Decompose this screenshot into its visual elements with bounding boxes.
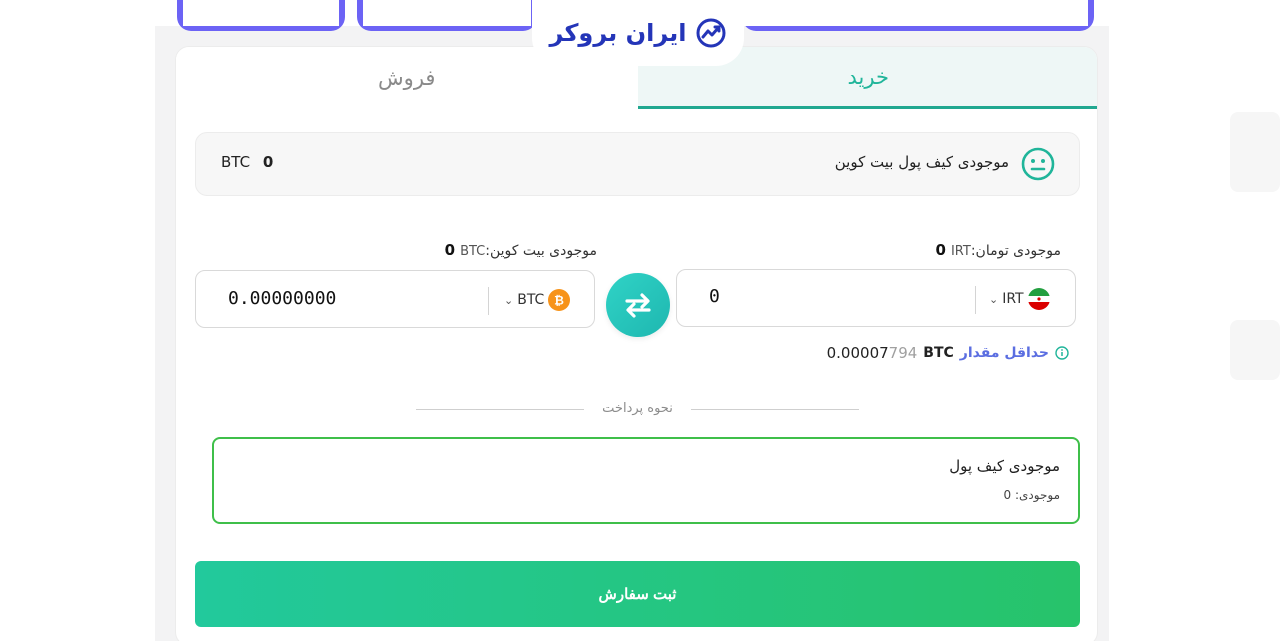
wallet-payment-option[interactable]: موجودی کیف پول موجودی: 0 <box>212 437 1080 524</box>
minimum-amount: حداقل مقدار BTC 0.00007794 <box>827 344 1069 362</box>
ghost-panel <box>1230 320 1280 380</box>
left-backdrop <box>0 0 155 641</box>
bitcoin-icon: ₿ <box>548 289 571 311</box>
payment-method-title: نحوه پرداخت <box>602 401 673 416</box>
btc-amount-field[interactable]: 0.00000000 ⌄ BTC ₿ <box>195 270 595 328</box>
wallet-amount: BTC 0 <box>221 153 273 171</box>
toman-balance-label: موجودی تومان: <box>970 243 1061 259</box>
svg-text:₿: ₿ <box>554 294 564 308</box>
brand-logo[interactable]: ایران بروکر <box>532 0 744 66</box>
payment-method-divider: نحوه پرداخت <box>416 400 859 420</box>
wallet-value: 0 <box>262 153 274 171</box>
iran-flag-icon <box>1027 288 1050 310</box>
btc-currency-code: BTC <box>517 292 545 308</box>
swap-currencies-button[interactable] <box>606 273 670 337</box>
page: ایران بروکر خرید فروش موجودی کیف پول بیت… <box>0 0 1280 641</box>
ghost-panel <box>1230 112 1280 192</box>
btc-balance-amount: 0 <box>444 241 456 259</box>
chevron-down-icon: ⌄ <box>989 292 999 306</box>
swap-arrows-icon <box>625 293 651 318</box>
btc-balance-unit: BTC <box>460 244 486 259</box>
btc-balance-label: موجودی بیت کوین: <box>485 243 597 259</box>
trade-card: خرید فروش موجودی کیف پول بیت کوین BTC 0 … <box>175 46 1098 641</box>
chevron-down-icon: ⌄ <box>504 293 514 307</box>
irt-currency-code: IRT <box>1002 291 1024 307</box>
minimum-unit: BTC <box>923 345 954 361</box>
payment-option-balance: موجودی: 0 <box>1003 488 1060 502</box>
irt-amount-input[interactable]: 0 <box>709 286 720 307</box>
nav-pill-face <box>183 0 339 26</box>
submit-order-button[interactable]: ثبت سفارش <box>195 561 1080 627</box>
irt-amount-field[interactable]: 0 ⌄ IRT <box>676 269 1076 327</box>
wallet-unit: BTC <box>221 153 251 171</box>
nav-pill-face <box>742 0 1088 26</box>
irt-currency-select[interactable]: ⌄ IRT <box>989 288 1050 310</box>
brand-name: ایران بروکر <box>549 19 687 47</box>
minimum-value-main: 0.00007 <box>826 344 889 362</box>
btc-amount-input[interactable]: 0.00000000 <box>228 288 336 309</box>
chart-trend-icon <box>696 18 725 48</box>
toman-balance: موجودی تومان: 0 IRT <box>931 241 1061 259</box>
right-backdrop <box>1108 0 1280 641</box>
info-icon <box>1055 346 1069 360</box>
field-separator <box>488 287 489 315</box>
btc-wallet-balance: موجودی کیف پول بیت کوین BTC 0 <box>195 132 1080 196</box>
payment-option-title: موجودی کیف پول <box>949 457 1060 475</box>
btc-balance: موجودی بیت کوین: 0 BTC <box>440 241 597 259</box>
minimum-value-faded: 794 <box>888 344 918 362</box>
field-separator <box>975 286 976 314</box>
toman-balance-unit: IRT <box>950 244 971 259</box>
neutral-face-icon <box>1021 147 1055 181</box>
minimum-value: 0.00007794 <box>827 344 918 362</box>
btc-currency-select[interactable]: ⌄ BTC ₿ <box>504 289 571 311</box>
toman-balance-amount: 0 <box>935 241 946 259</box>
nav-pill-face <box>363 0 531 26</box>
wallet-label: موجودی کیف پول بیت کوین <box>834 153 1009 171</box>
minimum-label: حداقل مقدار <box>959 345 1049 361</box>
